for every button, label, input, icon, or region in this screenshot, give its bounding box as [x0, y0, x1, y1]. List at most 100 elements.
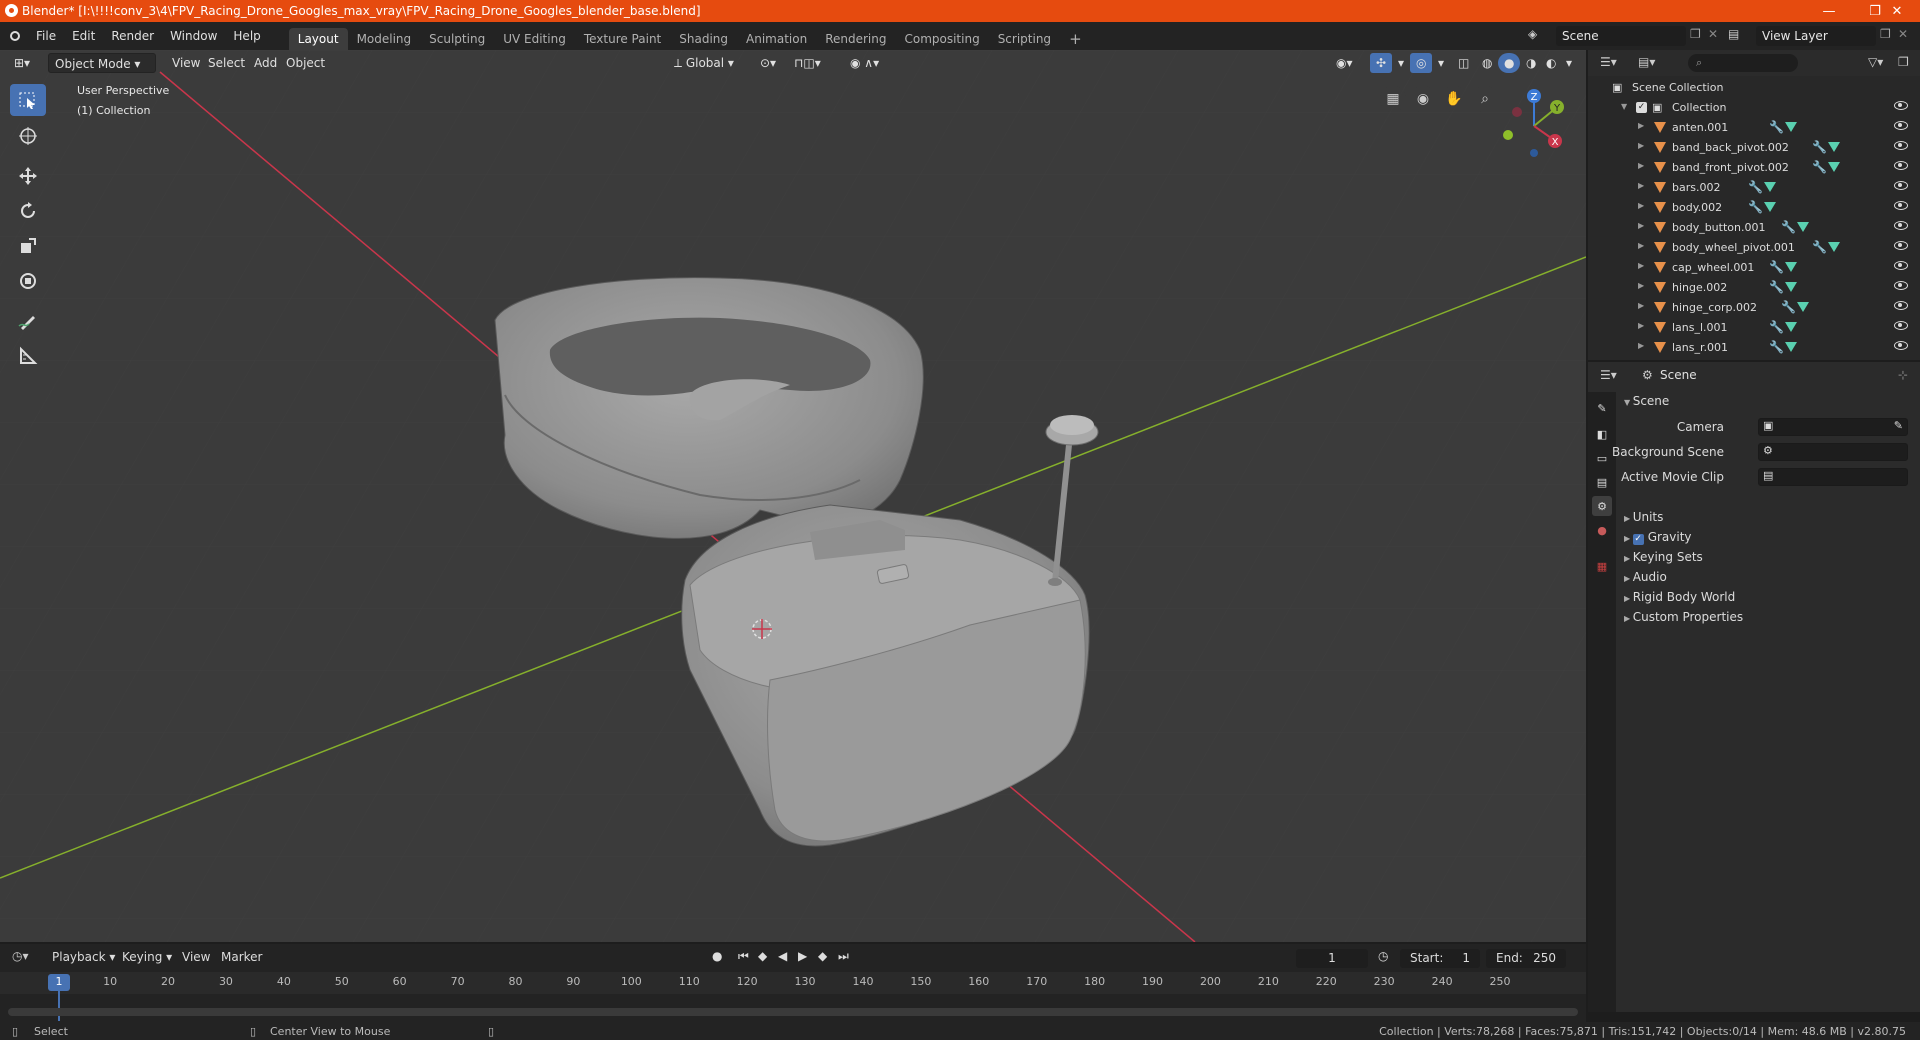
filter-icon[interactable]: ▽▾ [1868, 55, 1883, 69]
view-layer-browse-icon[interactable]: ▤ [1728, 27, 1739, 41]
current-frame-field[interactable]: 1 [1296, 949, 1368, 968]
tab-uv-editing[interactable]: UV Editing [494, 28, 575, 50]
gravity-checkbox[interactable]: ✓ [1632, 534, 1644, 545]
shading-dropdown-icon[interactable]: ▾ [1560, 53, 1578, 73]
xray-toggle-icon[interactable]: ◫ [1452, 53, 1475, 73]
expand-arrow-icon[interactable]: ▶ [1638, 341, 1644, 350]
annotate-tool[interactable] [10, 305, 46, 337]
close-button[interactable]: ✕ [1874, 0, 1920, 22]
wireframe-shading-icon[interactable]: ◍ [1476, 53, 1498, 73]
mesh-data-icon[interactable] [1785, 122, 1797, 132]
viewport-menu-add[interactable]: Add [248, 53, 283, 73]
tab-texture-paint[interactable]: Texture Paint [575, 28, 670, 50]
section-keying-sets[interactable]: ▶ Keying Sets [1624, 550, 1914, 570]
timeline-editor-type-icon[interactable]: ◷▾ [12, 949, 29, 963]
expand-arrow-icon[interactable]: ▶ [1638, 281, 1644, 290]
mesh-data-icon[interactable] [1764, 182, 1776, 192]
toggle-grid-view-icon[interactable]: ▦ [1380, 86, 1406, 112]
camera-view-icon[interactable]: ◉ [1410, 86, 1436, 112]
mesh-data-icon[interactable] [1828, 242, 1840, 252]
outliner-search-input[interactable]: ⌕ [1688, 54, 1798, 72]
menu-window[interactable]: Window [162, 22, 225, 50]
end-frame-field[interactable]: End: 250 [1486, 949, 1566, 968]
output-tab-icon[interactable]: ▭ [1592, 448, 1612, 468]
visibility-eye-icon[interactable] [1894, 341, 1908, 350]
visibility-eye-icon[interactable] [1894, 181, 1908, 190]
jump-start-icon[interactable]: ⏮ [738, 949, 749, 964]
modifier-wrench-icon[interactable]: 🔧 [1769, 280, 1784, 294]
section-gravity[interactable]: ▶ ✓ Gravity [1624, 530, 1914, 550]
visibility-eye-icon[interactable] [1894, 321, 1908, 330]
preview-range-icon[interactable]: ◷ [1378, 949, 1388, 963]
scene-tab-icon[interactable]: ⚙ [1592, 496, 1612, 516]
outliner-object-row[interactable]: ▶ bars.002 🔧 [1588, 178, 1920, 198]
menu-file[interactable]: File [28, 22, 64, 50]
scene-field[interactable]: Scene [1556, 26, 1686, 46]
expand-arrow-icon[interactable]: ▶ [1638, 301, 1644, 310]
menu-render[interactable]: Render [103, 22, 162, 50]
outliner-object-row[interactable]: ▶ body_wheel_pivot.001 🔧 [1588, 238, 1920, 258]
texture-tab-icon[interactable]: ▦ [1592, 556, 1612, 576]
viewport-menu-select[interactable]: Select [202, 53, 251, 73]
visibility-eye-icon[interactable] [1894, 301, 1908, 310]
tab-sculpting[interactable]: Sculpting [420, 28, 494, 50]
orientation-dropdown[interactable]: ⟂ Global ▾ [668, 53, 740, 73]
visibility-eye-icon[interactable] [1894, 241, 1908, 250]
collection-visibility-icon[interactable] [1894, 101, 1908, 110]
mesh-data-icon[interactable] [1797, 222, 1809, 232]
outliner-object-row[interactable]: ▶ lans_l.001 🔧 [1588, 318, 1920, 338]
blender-menu-icon[interactable] [10, 31, 20, 41]
mesh-data-icon[interactable] [1785, 342, 1797, 352]
modifier-wrench-icon[interactable]: 🔧 [1769, 340, 1784, 354]
mesh-data-icon[interactable] [1785, 262, 1797, 272]
modifier-wrench-icon[interactable]: 🔧 [1748, 200, 1763, 214]
tab-shading[interactable]: Shading [670, 28, 737, 50]
active-movie-clip-field[interactable]: ▤ [1758, 468, 1908, 486]
menu-help[interactable]: Help [225, 22, 268, 50]
modifier-wrench-icon[interactable]: 🔧 [1781, 300, 1796, 314]
section-audio[interactable]: ▶ Audio [1624, 570, 1914, 590]
rotate-tool[interactable] [10, 195, 46, 227]
modifier-wrench-icon[interactable]: 🔧 [1812, 240, 1827, 254]
mesh-data-icon[interactable] [1797, 302, 1809, 312]
cursor-tool[interactable] [10, 120, 46, 152]
outliner-editor-type-icon[interactable]: ☰▾ [1600, 55, 1617, 69]
modifier-wrench-icon[interactable]: 🔧 [1812, 140, 1827, 154]
3d-viewport[interactable]: ⊞▾ Object Mode ▾ View Select Add Object … [0, 50, 1586, 942]
pin-icon[interactable]: ⊹ [1898, 368, 1908, 382]
visibility-eye-icon[interactable] [1894, 281, 1908, 290]
proportional-edit-icon[interactable]: ◉ ∧▾ [844, 53, 885, 73]
modifier-wrench-icon[interactable]: 🔧 [1812, 160, 1827, 174]
timeline-menu-playback[interactable]: Playback ▾ [52, 950, 115, 964]
tab-modeling[interactable]: Modeling [348, 28, 421, 50]
scene-panel-header[interactable]: ▼ Scene [1624, 394, 1914, 414]
start-frame-field[interactable]: Start: 1 [1400, 949, 1480, 968]
overlay-toggle-icon[interactable]: ◎ [1410, 53, 1433, 73]
mesh-data-icon[interactable] [1785, 322, 1797, 332]
scale-tool[interactable] [10, 230, 46, 262]
mesh-data-icon[interactable] [1828, 142, 1840, 152]
timeline-scrollbar[interactable] [8, 1008, 1578, 1016]
mesh-data-icon[interactable] [1764, 202, 1776, 212]
timeline-menu-keying[interactable]: Keying ▾ [122, 950, 172, 964]
select-box-tool[interactable] [10, 84, 46, 116]
play-reverse-icon[interactable]: ◀ [778, 949, 787, 963]
world-tab-icon[interactable]: ● [1592, 520, 1612, 540]
move-tool[interactable] [10, 160, 46, 192]
new-collection-icon[interactable]: ❐ [1898, 55, 1909, 69]
outliner-object-row[interactable]: ▶ band_front_pivot.002 🔧 [1588, 158, 1920, 178]
tab-animation[interactable]: Animation [737, 28, 816, 50]
display-mode-icon[interactable]: ▤▾ [1638, 55, 1655, 69]
tab-compositing[interactable]: Compositing [895, 28, 988, 50]
modifier-wrench-icon[interactable]: 🔧 [1769, 320, 1784, 334]
mesh-data-icon[interactable] [1828, 162, 1840, 172]
tab-rendering[interactable]: Rendering [816, 28, 895, 50]
collection-expand-icon[interactable]: ▼ [1621, 102, 1627, 111]
object-mode-dropdown[interactable]: Object Mode ▾ [48, 53, 156, 73]
pivot-point-icon[interactable]: ⊙▾ [754, 53, 782, 73]
pan-view-icon[interactable]: ✋ [1441, 86, 1467, 112]
measure-tool[interactable] [10, 340, 46, 372]
jump-end-icon[interactable]: ⏭ [838, 949, 849, 964]
outliner-object-row[interactable]: ▶ lans_r.001 🔧 [1588, 338, 1920, 358]
outliner-object-row[interactable]: ▶ body.002 🔧 [1588, 198, 1920, 218]
